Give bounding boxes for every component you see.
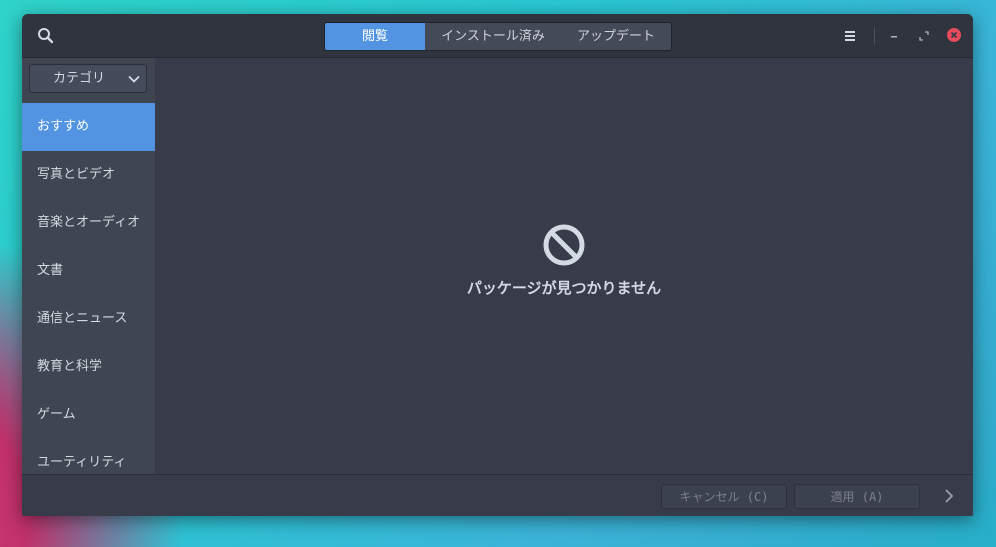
apply-button[interactable]: 適用 (A) bbox=[794, 484, 920, 509]
sidebar-item-featured[interactable]: おすすめ bbox=[22, 103, 155, 151]
header-bar: 閲覧 インストール済み アップデート bbox=[22, 14, 973, 58]
maximize-icon bbox=[919, 31, 929, 41]
chevron-down-icon bbox=[128, 75, 140, 83]
action-bar: キャンセル (C) 適用 (A) bbox=[22, 474, 973, 516]
category-dropdown-label: カテゴリ bbox=[52, 71, 105, 86]
tab-installed[interactable]: インストール済み bbox=[425, 23, 561, 50]
app-window: 閲覧 インストール済み アップデート カテゴリ おすすめ 写真とビデオ 音楽とオ… bbox=[22, 14, 973, 516]
sidebar-item-games[interactable]: ゲーム bbox=[22, 391, 155, 439]
sidebar-item-utilities[interactable]: ユーティリティ bbox=[22, 439, 155, 474]
search-button[interactable] bbox=[34, 24, 58, 48]
next-button[interactable] bbox=[940, 487, 958, 505]
close-icon bbox=[947, 28, 961, 42]
minimize-icon bbox=[891, 36, 897, 38]
tab-browse[interactable]: 閲覧 bbox=[325, 23, 425, 50]
no-entry-icon bbox=[543, 224, 585, 266]
search-icon bbox=[38, 28, 54, 44]
view-switcher: 閲覧 インストール済み アップデート bbox=[324, 22, 672, 51]
cancel-button[interactable]: キャンセル (C) bbox=[661, 484, 787, 509]
sidebar-item-education-science[interactable]: 教育と科学 bbox=[22, 343, 155, 391]
tab-updates[interactable]: アップデート bbox=[561, 23, 671, 50]
sidebar-item-photo-video[interactable]: 写真とビデオ bbox=[22, 151, 155, 199]
main-content: パッケージが見つかりません bbox=[155, 58, 973, 474]
maximize-button[interactable] bbox=[917, 28, 931, 42]
sidebar-item-music-audio[interactable]: 音楽とオーディオ bbox=[22, 199, 155, 247]
category-sidebar: カテゴリ おすすめ 写真とビデオ 音楽とオーディオ 文書 通信とニュース 教育と… bbox=[22, 58, 155, 474]
sidebar-item-communication-news[interactable]: 通信とニュース bbox=[22, 295, 155, 343]
hamburger-icon bbox=[845, 31, 855, 41]
empty-state-message: パッケージが見つかりません bbox=[466, 279, 662, 297]
close-button[interactable] bbox=[946, 27, 962, 43]
sidebar-item-documents[interactable]: 文書 bbox=[22, 247, 155, 295]
header-separator bbox=[874, 27, 875, 44]
minimize-button[interactable] bbox=[887, 28, 901, 42]
chevron-right-icon bbox=[945, 489, 954, 503]
category-dropdown[interactable]: カテゴリ bbox=[29, 64, 147, 93]
category-list: おすすめ 写真とビデオ 音楽とオーディオ 文書 通信とニュース 教育と科学 ゲー… bbox=[22, 103, 155, 474]
menu-button[interactable] bbox=[841, 27, 859, 45]
